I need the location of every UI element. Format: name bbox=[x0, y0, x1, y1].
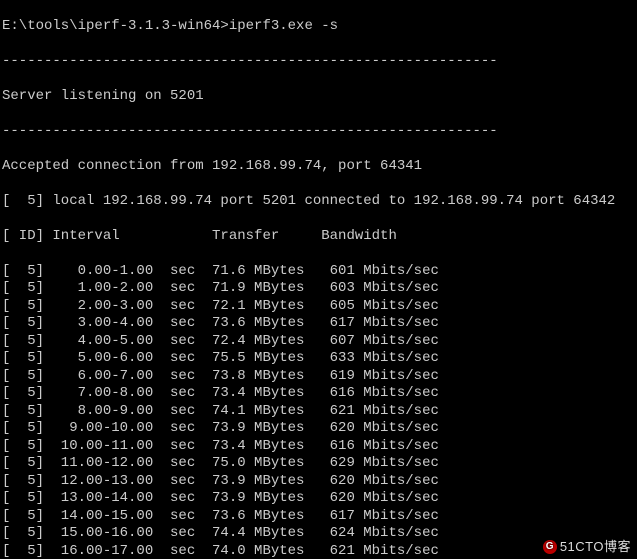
accepted-line: Accepted connection from 192.168.99.74, … bbox=[2, 158, 635, 176]
watermark-text: 51CTO博客 bbox=[560, 539, 631, 554]
table-row: [ 5] 9.00-10.00 sec 73.9 MBytes 620 Mbit… bbox=[2, 420, 635, 438]
table-row: [ 5] 13.00-14.00 sec 73.9 MBytes 620 Mbi… bbox=[2, 490, 635, 508]
table-row: [ 5] 15.00-16.00 sec 74.4 MBytes 624 Mbi… bbox=[2, 525, 635, 543]
watermark: G51CTO博客 bbox=[543, 538, 631, 556]
table-row: [ 5] 3.00-4.00 sec 73.6 MBytes 617 Mbits… bbox=[2, 315, 635, 333]
watermark-badge-icon: G bbox=[543, 540, 557, 554]
terminal[interactable]: E:\tools\iperf-3.1.3-win64>iperf3.exe -s… bbox=[0, 0, 637, 559]
listening-line: Server listening on 5201 bbox=[2, 88, 635, 106]
table-row: [ 5] 5.00-6.00 sec 75.5 MBytes 633 Mbits… bbox=[2, 350, 635, 368]
table-row: [ 5] 4.00-5.00 sec 72.4 MBytes 607 Mbits… bbox=[2, 333, 635, 351]
prompt-line: E:\tools\iperf-3.1.3-win64>iperf3.exe -s bbox=[2, 18, 635, 36]
table-row: [ 5] 11.00-12.00 sec 75.0 MBytes 629 Mbi… bbox=[2, 455, 635, 473]
table-row: [ 5] 14.00-15.00 sec 73.6 MBytes 617 Mbi… bbox=[2, 508, 635, 526]
table-row: [ 5] 6.00-7.00 sec 73.8 MBytes 619 Mbits… bbox=[2, 368, 635, 386]
column-header: [ ID] Interval Transfer Bandwidth bbox=[2, 228, 635, 246]
table-row: [ 5] 7.00-8.00 sec 73.4 MBytes 616 Mbits… bbox=[2, 385, 635, 403]
table-row: [ 5] 0.00-1.00 sec 71.6 MBytes 601 Mbits… bbox=[2, 263, 635, 281]
divider: ----------------------------------------… bbox=[2, 53, 635, 71]
table-row: [ 5] 1.00-2.00 sec 71.9 MBytes 603 Mbits… bbox=[2, 280, 635, 298]
local-line: [ 5] local 192.168.99.74 port 5201 conne… bbox=[2, 193, 635, 211]
table-row: [ 5] 16.00-17.00 sec 74.0 MBytes 621 Mbi… bbox=[2, 543, 635, 559]
table-row: [ 5] 2.00-3.00 sec 72.1 MBytes 605 Mbits… bbox=[2, 298, 635, 316]
table-row: [ 5] 12.00-13.00 sec 73.9 MBytes 620 Mbi… bbox=[2, 473, 635, 491]
interval-rows: [ 5] 0.00-1.00 sec 71.6 MBytes 601 Mbits… bbox=[2, 263, 635, 559]
divider: ----------------------------------------… bbox=[2, 123, 635, 141]
table-row: [ 5] 8.00-9.00 sec 74.1 MBytes 621 Mbits… bbox=[2, 403, 635, 421]
table-row: [ 5] 10.00-11.00 sec 73.4 MBytes 616 Mbi… bbox=[2, 438, 635, 456]
